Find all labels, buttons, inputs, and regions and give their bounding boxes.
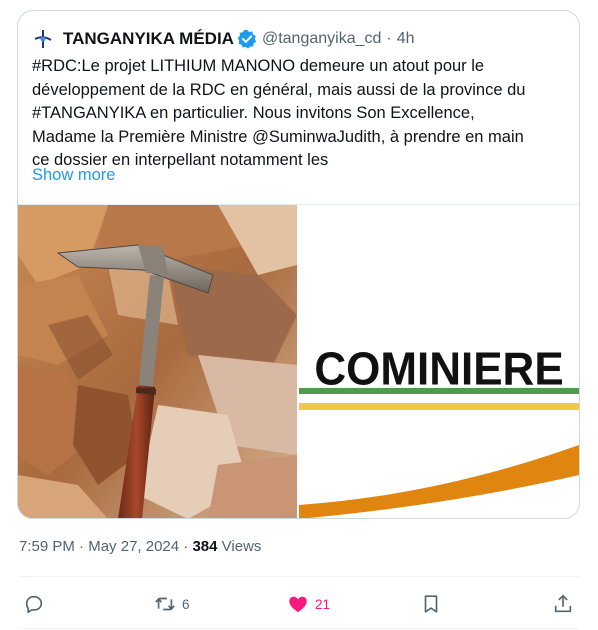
heart-icon [289, 596, 307, 613]
tweet-actions: 6 21 [19, 587, 579, 621]
meta-sep: · [183, 538, 189, 555]
retweet-count: 6 [182, 596, 190, 612]
bookmark-button[interactable] [420, 587, 442, 621]
bookmark-icon [424, 595, 438, 613]
views-count[interactable]: 384 [192, 538, 217, 555]
like-button[interactable]: 21 [287, 587, 330, 621]
views-label: Views [221, 538, 262, 555]
cominiere-logo-image[interactable]: COMINIERE [299, 205, 579, 518]
retweet-button[interactable]: 6 [154, 587, 190, 621]
tweet-meta: 7:59 PM · May 27, 2024 · 384 Views [19, 538, 261, 555]
tweet-date[interactable]: May 27, 2024 [88, 538, 179, 555]
verified-badge-icon [237, 29, 257, 49]
tweet-media[interactable]: COMINIERE [18, 204, 579, 518]
reply-button[interactable] [23, 587, 51, 621]
cominiere-logo-text: COMINIERE [314, 343, 564, 396]
tweet-card[interactable]: TANGANYIKA MÉDIA @tanganyika_cd · 4h #RD… [17, 10, 580, 519]
author-name[interactable]: TANGANYIKA MÉDIA [63, 29, 234, 49]
author-handle[interactable]: @tanganyika_cd [262, 30, 381, 48]
header-separator: · [386, 30, 392, 47]
share-button[interactable] [552, 587, 574, 621]
tweet-text: #RDC:Le projet LITHIUM MANONO demeure un… [32, 57, 526, 169]
reply-icon [25, 595, 43, 614]
share-icon [554, 594, 572, 613]
divider [19, 576, 579, 577]
tweet-time[interactable]: 7:59 PM [19, 538, 75, 555]
rock-hammer-photo[interactable] [18, 205, 297, 518]
divider [19, 628, 579, 629]
show-more-link[interactable]: Show more [32, 166, 115, 185]
retweet-icon [155, 597, 175, 611]
tweet-header: TANGANYIKA MÉDIA @tanganyika_cd · 4h [32, 27, 415, 51]
avatar[interactable] [32, 28, 54, 50]
meta-sep: · [79, 538, 85, 555]
tweet-age[interactable]: 4h [397, 30, 415, 48]
like-count: 21 [315, 596, 331, 612]
